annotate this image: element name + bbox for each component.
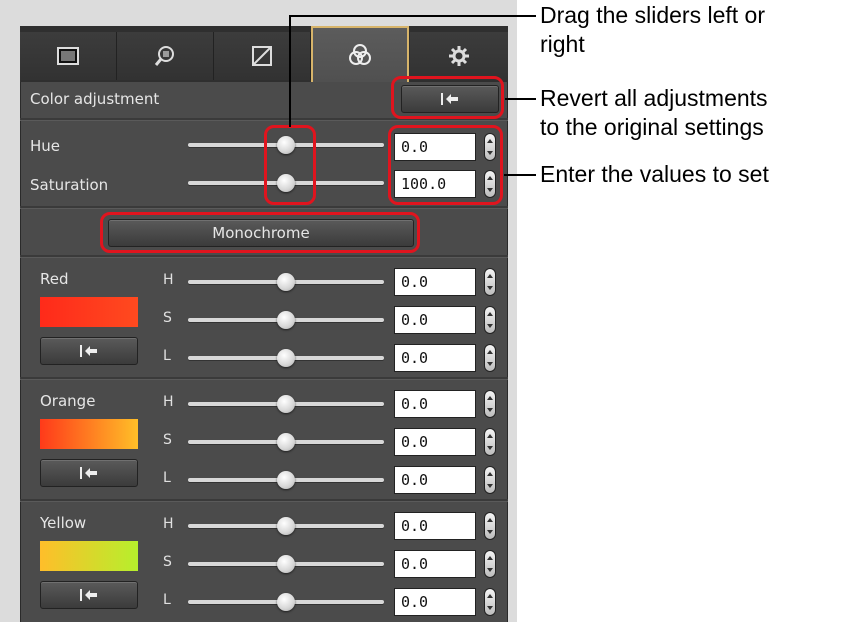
hue-slider-thumb[interactable] (277, 136, 295, 154)
channel-value-input[interactable]: 0.0 (394, 390, 476, 418)
leader-line (289, 15, 536, 17)
saturation-input[interactable]: 100.0 (394, 170, 476, 198)
channel-value-input[interactable]: 0.0 (394, 306, 476, 334)
annotation-revert-line2: to the original settings (540, 114, 764, 140)
saturation-slider-thumb[interactable] (277, 174, 295, 192)
leader-line (504, 174, 536, 176)
leader-line (289, 15, 291, 127)
annotation-drag-line1: Drag the sliders left or (540, 2, 765, 28)
tab-sharpness[interactable] (117, 32, 214, 80)
divider (20, 255, 508, 258)
channel-value-input[interactable]: 0.0 (394, 466, 476, 494)
annotation-drag: Drag the sliders left or right (540, 1, 765, 59)
hue-input[interactable]: 0.0 (394, 133, 476, 161)
channel-row-label: L (163, 592, 171, 608)
channel-row-label: H (163, 272, 174, 288)
channel-color-swatch (40, 541, 138, 571)
channel-row-label: H (163, 516, 174, 532)
tab-color-adjustment[interactable] (311, 26, 409, 82)
channel-row-label: L (163, 348, 171, 364)
tone-curve-icon (252, 46, 272, 66)
hue-label: Hue (30, 137, 61, 155)
channel-slider[interactable] (188, 349, 384, 367)
revert-icon (80, 589, 97, 601)
divider (20, 499, 508, 502)
divider (20, 118, 508, 121)
channel-slider[interactable] (188, 555, 384, 573)
saturation-label: Saturation (30, 176, 109, 194)
channel-row-label: S (163, 554, 172, 570)
color-circles-icon (349, 44, 371, 65)
channel-value-stepper[interactable] (484, 306, 496, 334)
channel-value-input[interactable]: 0.0 (394, 512, 476, 540)
channel-slider-thumb[interactable] (277, 517, 295, 535)
channel-slider-thumb[interactable] (277, 273, 295, 291)
tool-palette: Color adjustment Hue 0.0 Saturation 100.… (0, 0, 517, 622)
revert-icon (80, 345, 97, 357)
saturation-stepper[interactable] (484, 170, 496, 198)
annotation-enter: Enter the values to set (540, 161, 769, 187)
channel-value-stepper[interactable] (484, 344, 496, 372)
tab-tone-curve[interactable] (214, 32, 311, 80)
channel-slider[interactable] (188, 273, 384, 291)
channel-slider-thumb[interactable] (277, 395, 295, 413)
channel-value-input[interactable]: 0.0 (394, 588, 476, 616)
channel-row-label: L (163, 470, 171, 486)
channel-row-label: S (163, 432, 172, 448)
channel-slider-thumb[interactable] (277, 349, 295, 367)
picture-icon (57, 47, 79, 65)
channel-slider[interactable] (188, 593, 384, 611)
channel-color-swatch (40, 419, 138, 449)
channel-slider-thumb[interactable] (277, 593, 295, 611)
channel-slider-thumb[interactable] (277, 555, 295, 573)
revert-icon (80, 467, 97, 479)
channel-slider-thumb[interactable] (277, 433, 295, 451)
channel-slider[interactable] (188, 517, 384, 535)
monochrome-button[interactable]: Monochrome (108, 219, 414, 247)
annotation-drag-line2: right (540, 31, 585, 57)
channel-value-input[interactable]: 0.0 (394, 268, 476, 296)
channel-value-stepper[interactable] (484, 550, 496, 578)
color-adjustment-title: Color adjustment (30, 90, 160, 108)
annotation-revert: Revert all adjustments to the original s… (540, 84, 768, 142)
channel-value-stepper[interactable] (484, 588, 496, 616)
channel-name: Red (40, 270, 69, 288)
channel-name: Orange (40, 392, 96, 410)
channel-row-label: H (163, 394, 174, 410)
channel-value-input[interactable]: 0.0 (394, 428, 476, 456)
channel-revert-button[interactable] (40, 581, 138, 609)
revert-all-button[interactable] (401, 85, 499, 113)
channel-value-stepper[interactable] (484, 428, 496, 456)
divider (20, 206, 508, 209)
gear-icon (449, 46, 469, 66)
hue-stepper[interactable] (484, 133, 496, 161)
channel-revert-button[interactable] (40, 459, 138, 487)
tab-settings[interactable] (410, 32, 508, 80)
annotation-revert-line1: Revert all adjustments (540, 85, 768, 111)
channel-slider[interactable] (188, 395, 384, 413)
channel-slider-thumb[interactable] (277, 471, 295, 489)
channel-value-stepper[interactable] (484, 390, 496, 418)
channel-value-stepper[interactable] (484, 512, 496, 540)
channel-slider[interactable] (188, 311, 384, 329)
channel-slider-thumb[interactable] (277, 311, 295, 329)
leader-line (505, 98, 536, 100)
channel-name: Yellow (40, 514, 87, 532)
revert-icon (441, 93, 458, 105)
tab-bar (20, 26, 508, 82)
tab-basic-image[interactable] (20, 32, 117, 80)
hue-slider[interactable] (188, 136, 384, 154)
magnifier-grid-icon (154, 46, 174, 66)
channel-value-input[interactable]: 0.0 (394, 344, 476, 372)
channel-value-stepper[interactable] (484, 466, 496, 494)
channel-value-stepper[interactable] (484, 268, 496, 296)
channel-value-input[interactable]: 0.0 (394, 550, 476, 578)
channel-slider[interactable] (188, 471, 384, 489)
divider (20, 377, 508, 380)
channel-color-swatch (40, 297, 138, 327)
channel-revert-button[interactable] (40, 337, 138, 365)
saturation-slider[interactable] (188, 174, 384, 192)
channel-slider[interactable] (188, 433, 384, 451)
channel-row-label: S (163, 310, 172, 326)
